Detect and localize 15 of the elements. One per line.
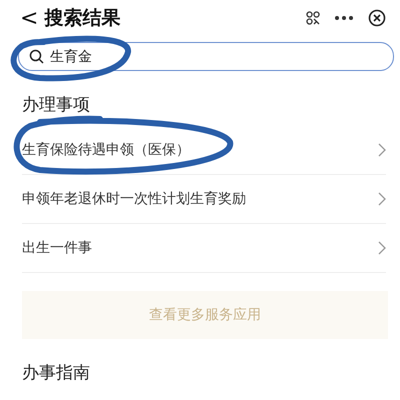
section-title: 办理事项 [21, 94, 91, 117]
result-row[interactable]: 生育保险待遇申领（医保） [22, 126, 386, 175]
back-button[interactable]: < [20, 6, 38, 30]
chevron-icon [378, 241, 386, 255]
more-icon[interactable] [334, 15, 354, 21]
page-title: 搜索结果 [44, 6, 122, 31]
close-icon[interactable] [368, 9, 386, 27]
search-field[interactable]: 生育金 [18, 42, 394, 71]
result-row[interactable]: 出生一件事 [22, 224, 386, 273]
grid-icon[interactable] [306, 11, 320, 25]
result-row[interactable]: 申领年老退休时一次性计划生育奖励 [22, 175, 386, 224]
search-icon [29, 49, 44, 64]
chevron-icon [378, 192, 386, 206]
section-title: 办事指南 [21, 362, 91, 385]
chevron-icon [378, 143, 386, 157]
